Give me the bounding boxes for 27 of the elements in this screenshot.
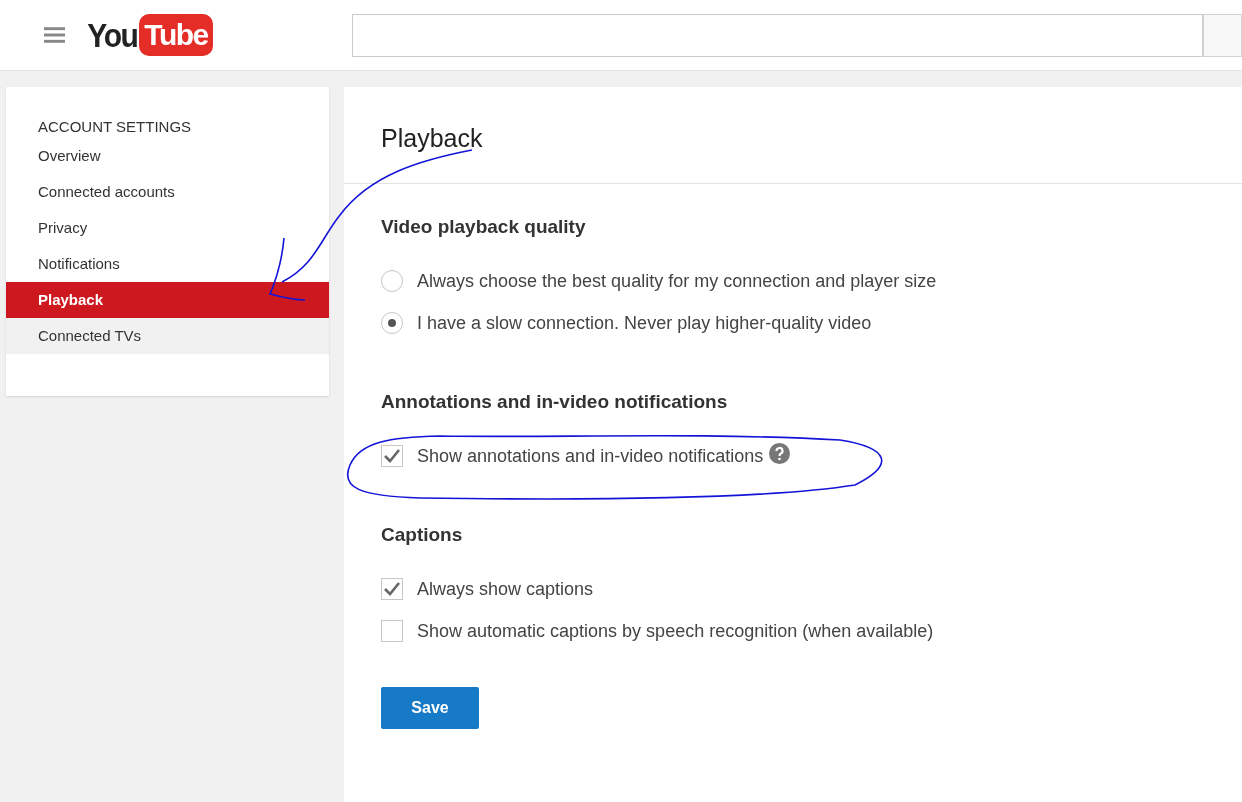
option-label: Show automatic captions by speech recognition (when available) bbox=[417, 619, 934, 643]
option-label: Show annotations and in-video notifications bbox=[417, 444, 764, 468]
radio-button[interactable] bbox=[381, 312, 403, 334]
checkbox[interactable] bbox=[381, 445, 403, 467]
option-label: Always show captions bbox=[417, 577, 594, 601]
sidebar-item[interactable]: Privacy bbox=[6, 210, 329, 246]
option-label: I have a slow connection. Never play higher-quality video bbox=[417, 311, 872, 335]
sidebar-item[interactable]: Connected accounts bbox=[6, 174, 329, 210]
save-button[interactable]: Save bbox=[381, 687, 479, 729]
logo-badge[interactable]: Tube bbox=[139, 14, 213, 56]
section-heading: Annotations and in-video notifications bbox=[381, 390, 729, 414]
menu-icon[interactable] bbox=[44, 27, 66, 43]
sidebar-heading: ACCOUNT SETTINGS bbox=[37, 117, 193, 137]
section-heading: Captions bbox=[381, 523, 464, 547]
sidebar-item[interactable]: Notifications bbox=[6, 246, 329, 282]
option-label: Always choose the best quality for my connection and player size bbox=[417, 269, 937, 293]
section-heading: Video playback quality bbox=[381, 215, 587, 239]
checkbox[interactable] bbox=[381, 578, 403, 600]
logo-text[interactable]: You bbox=[87, 10, 138, 60]
sidebar-item[interactable]: Playback bbox=[6, 282, 329, 318]
search-field[interactable] bbox=[351, 13, 1204, 57]
help-icon[interactable] bbox=[769, 442, 791, 464]
page-title: Playback bbox=[381, 122, 483, 154]
sidebar-item[interactable]: Overview bbox=[6, 138, 329, 174]
radio-button[interactable] bbox=[381, 270, 403, 292]
sidebar-item[interactable]: Connected TVs bbox=[6, 318, 329, 354]
checkbox[interactable] bbox=[381, 620, 403, 642]
